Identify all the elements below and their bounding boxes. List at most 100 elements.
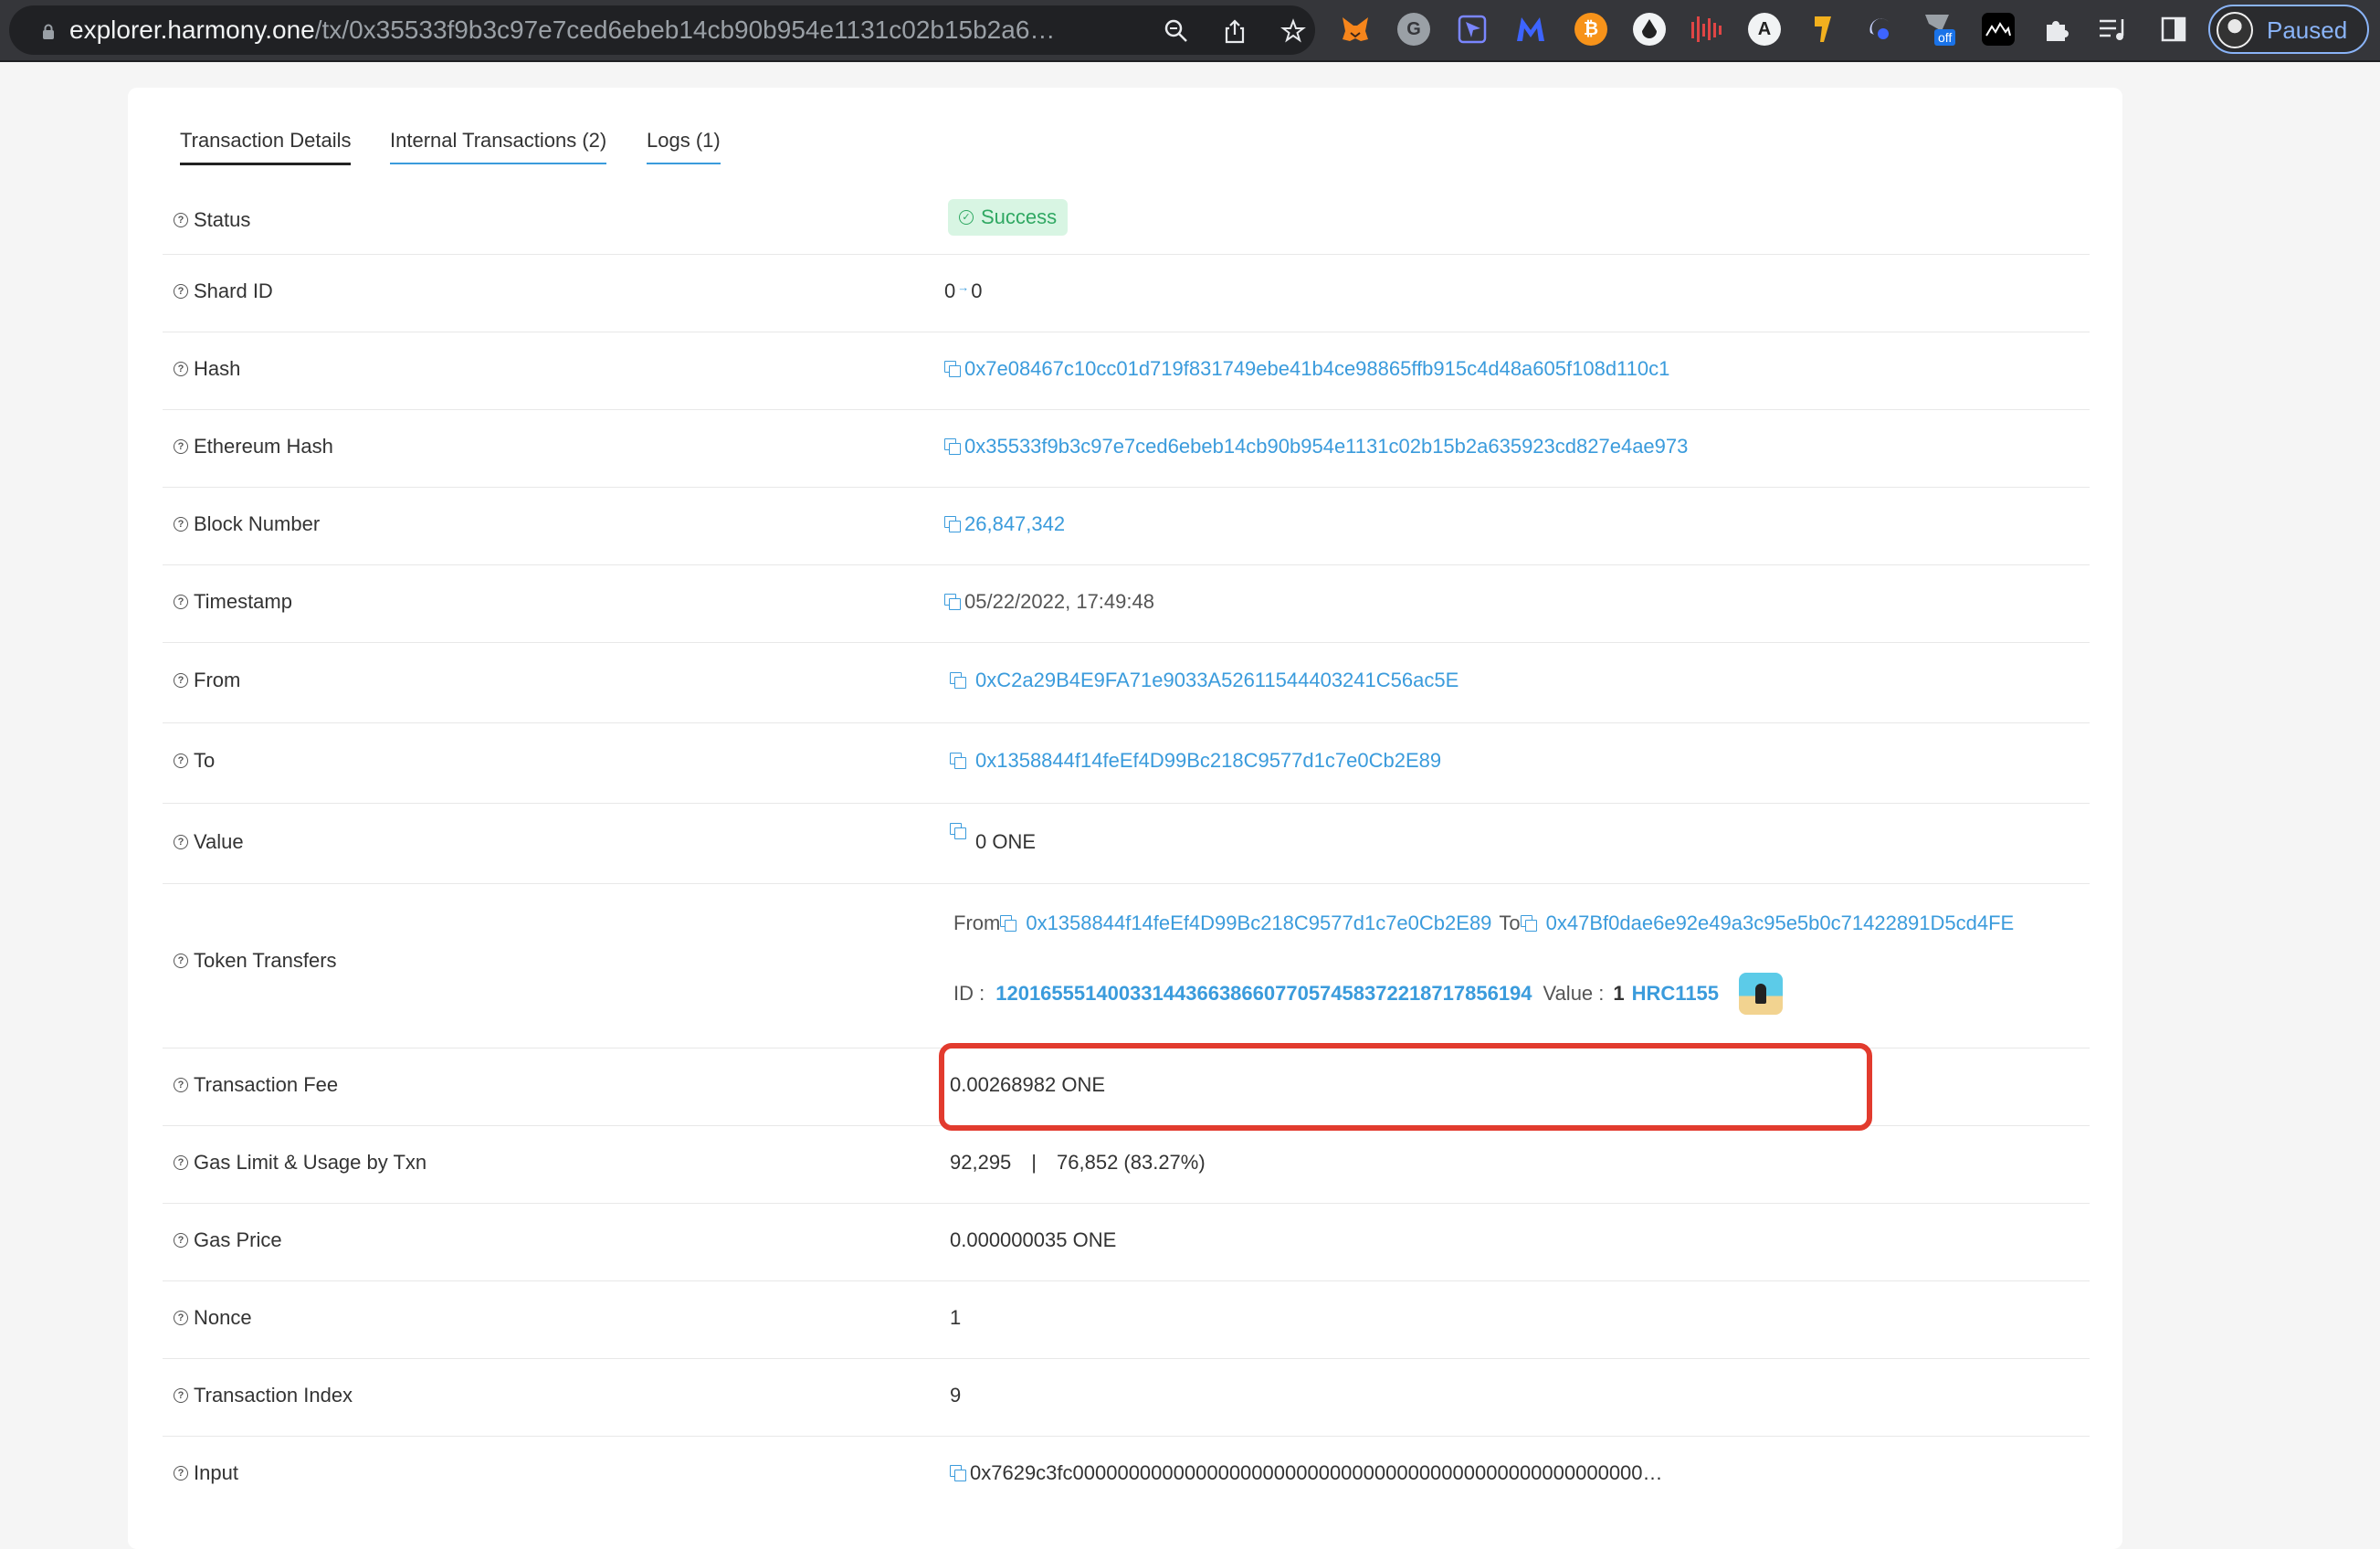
mountains-icon[interactable] xyxy=(1982,13,2015,46)
grammarly-g-icon[interactable]: G xyxy=(1397,13,1430,46)
from-value: 0xC2a29B4E9FA71e9033A52611544403241C56ac… xyxy=(950,669,1459,692)
eth-hash-link[interactable]: 0x35533f9b3c97e7ced6ebeb14cb90b954e1131c… xyxy=(964,435,1688,458)
fee-label: ? Transaction Fee xyxy=(174,1073,338,1097)
tx-index-value: 9 xyxy=(950,1384,962,1407)
hash-link[interactable]: 0x7e08467c10cc01d719f831749ebe41b4ce9886… xyxy=(964,357,1669,381)
profile-button[interactable]: Paused xyxy=(2208,5,2369,54)
highlight-annotation-box xyxy=(939,1043,1872,1131)
tx-index-label-text: Transaction Index xyxy=(194,1384,353,1407)
from-address-link[interactable]: 0xC2a29B4E9FA71e9033A52611544403241C56ac… xyxy=(975,669,1459,692)
tab-logs[interactable]: Logs (1) xyxy=(647,128,721,164)
drop-logo-icon[interactable] xyxy=(1633,13,1666,46)
to-address-link[interactable]: 0x1358844f14feEf4D99Bc218C9577d1c7e0Cb2E… xyxy=(975,749,1441,773)
a-logo-icon[interactable]: A xyxy=(1748,13,1781,46)
input-value: 0x7629c3fc000000000000000000000000000000… xyxy=(950,1461,1663,1485)
help-icon: ? xyxy=(174,673,188,688)
row-block-number: ? Block Number 26,847,342 xyxy=(163,487,2090,565)
crescent-logo-icon[interactable] xyxy=(1863,13,1896,46)
block-label-text: Block Number xyxy=(194,512,321,535)
from-label-text: From xyxy=(194,669,241,691)
status-label: ? Status xyxy=(174,208,250,232)
row-value: ? Value 0 ONE xyxy=(163,803,2090,884)
token-transfers-label-text: Token Transfers xyxy=(194,949,337,972)
copy-icon[interactable] xyxy=(944,438,961,455)
token-value-label: Value : xyxy=(1543,982,1605,1005)
gas-limit: 92,295 xyxy=(950,1151,1012,1174)
bookmark-star-icon[interactable] xyxy=(1280,18,1306,44)
transaction-card: Transaction Details Internal Transaction… xyxy=(128,88,2122,1549)
metamask-fox-icon[interactable] xyxy=(1339,13,1372,46)
address-bar[interactable]: explorer.harmony.one/tx/0x35533f9b3c97e7… xyxy=(9,5,1315,55)
gas-price-label: ? Gas Price xyxy=(174,1228,282,1252)
token-id-link[interactable]: 1201655514003314436638660770574583722187… xyxy=(995,982,1532,1006)
help-icon: ? xyxy=(174,753,188,768)
shield-off-icon[interactable]: off xyxy=(1922,13,1962,46)
shard-label-text: Shard ID xyxy=(194,279,273,302)
lock-icon[interactable] xyxy=(42,24,55,40)
copy-icon[interactable] xyxy=(1520,915,1537,932)
nft-thumbnail[interactable] xyxy=(1739,973,1784,1015)
zoom-icon[interactable] xyxy=(1164,18,1189,44)
to-value: 0x1358844f14feEf4D99Bc218C9577d1c7e0Cb2E… xyxy=(950,749,1441,773)
tab-transaction-details[interactable]: Transaction Details xyxy=(180,128,352,165)
copy-icon[interactable] xyxy=(944,361,961,377)
help-icon: ? xyxy=(174,213,188,227)
eth-hash-value: 0x35533f9b3c97e7ced6ebeb14cb90b954e1131c… xyxy=(944,435,1688,458)
puzzle-extensions-icon[interactable] xyxy=(2040,13,2073,46)
copy-icon[interactable] xyxy=(950,823,966,839)
input-label: ? Input xyxy=(174,1461,238,1485)
token-to-address-link[interactable]: 0x47Bf0dae6e92e49a3c95e5b0c71422891D5cd4… xyxy=(1546,911,2015,935)
token-from-address-link[interactable]: 0x1358844f14feEf4D99Bc218C9577d1c7e0Cb2E… xyxy=(1026,911,1491,935)
timestamp-text: 05/22/2022, 17:49:48 xyxy=(964,590,1154,613)
help-icon: ? xyxy=(174,1466,188,1481)
cursor-extension-icon[interactable] xyxy=(1456,13,1489,46)
from-label: ? From xyxy=(174,669,240,692)
fee-label-text: Transaction Fee xyxy=(194,1073,339,1096)
help-icon: ? xyxy=(174,1155,188,1170)
block-label: ? Block Number xyxy=(174,512,320,536)
eth-hash-label-text: Ethereum Hash xyxy=(194,435,333,458)
row-ethereum-hash: ? Ethereum Hash 0x35533f9b3c97e7ced6ebeb1… xyxy=(163,409,2090,488)
url-text[interactable]: explorer.harmony.one/tx/0x35533f9b3c97e7… xyxy=(69,16,1138,44)
gas-label: ? Gas Limit & Usage by Txn xyxy=(174,1151,427,1175)
status-label-text: Status xyxy=(194,208,251,231)
token-standard-link[interactable]: HRC1155 xyxy=(1632,982,1719,1006)
timestamp-label-text: Timestamp xyxy=(194,590,292,613)
copy-icon[interactable] xyxy=(950,1465,966,1481)
copy-icon[interactable] xyxy=(950,672,966,689)
media-queue-icon[interactable] xyxy=(2097,13,2130,46)
copy-icon[interactable] xyxy=(944,516,961,532)
url-host: explorer.harmony.one xyxy=(69,16,315,44)
row-from: ? From 0xC2a29B4E9FA71e9033A5261154440324… xyxy=(163,642,2090,723)
equalizer-icon[interactable] xyxy=(1690,13,1722,46)
block-value: 26,847,342 xyxy=(944,512,1065,536)
status-badge-text: Success xyxy=(981,205,1058,228)
help-icon: ? xyxy=(174,1311,188,1325)
help-icon: ? xyxy=(174,517,188,532)
share-icon[interactable] xyxy=(1222,18,1248,44)
input-data-text: 0x7629c3fc000000000000000000000000000000… xyxy=(970,1461,1663,1484)
gas-price-label-text: Gas Price xyxy=(194,1228,282,1251)
copy-icon[interactable] xyxy=(950,753,966,769)
row-gas-limit: ? Gas Limit & Usage by Txn 92,295 | 76,85… xyxy=(163,1125,2090,1204)
row-nonce: ? Nonce 1 xyxy=(163,1280,2090,1359)
side-panel-icon[interactable] xyxy=(2157,13,2190,46)
copy-icon[interactable] xyxy=(944,594,961,610)
yellow-tag-icon[interactable] xyxy=(1806,13,1839,46)
help-icon: ? xyxy=(174,362,188,376)
help-icon: ? xyxy=(174,595,188,609)
token-from-label: From xyxy=(953,911,1001,934)
nonce-label: ? Nonce xyxy=(174,1306,252,1330)
tab-internal-transactions[interactable]: Internal Transactions (2) xyxy=(390,128,607,164)
arrow-right-icon: → xyxy=(957,280,970,294)
token-transfer-detail: ID : 12016555140033144366386607705745837… xyxy=(953,973,1784,1015)
bitcoin-icon[interactable]: ₿ xyxy=(1574,13,1607,46)
gas-value: 92,295 | 76,852 (83.27%) xyxy=(950,1151,1206,1175)
block-number-link[interactable]: 26,847,342 xyxy=(964,512,1065,536)
m-logo-icon[interactable] xyxy=(1514,13,1547,46)
help-icon: ? xyxy=(174,1078,188,1092)
value-amount: 0 ONE xyxy=(975,830,1037,853)
row-to: ? To 0x1358844f14feEf4D99Bc218C9577d1c7e0… xyxy=(163,722,2090,804)
status-value: ✓ Success xyxy=(948,199,1069,236)
copy-icon[interactable] xyxy=(1000,915,1017,932)
